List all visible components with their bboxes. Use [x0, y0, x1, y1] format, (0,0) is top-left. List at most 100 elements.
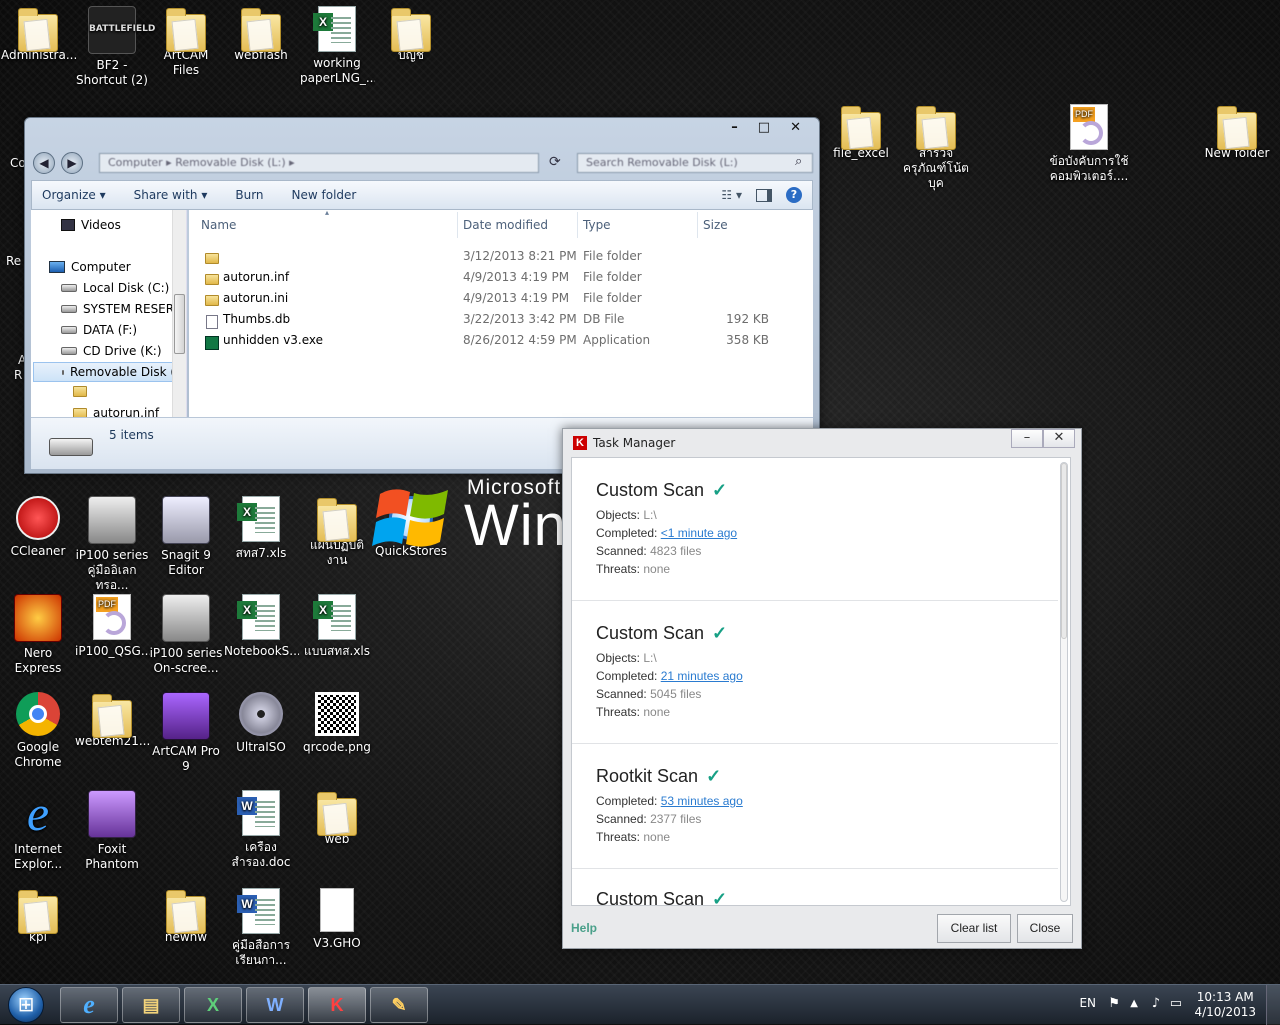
taskbar-excel[interactable]: X: [184, 987, 242, 1023]
tray-network-flag-icon[interactable]: ⚑: [1108, 996, 1120, 1011]
scrollbar-thumb[interactable]: [1061, 463, 1067, 639]
desktop-icon-working-paper[interactable]: X working paperLNG_...: [299, 6, 375, 86]
close-button[interactable]: ✕: [790, 120, 801, 135]
desktop-icon-webtem21[interactable]: webtem21...: [74, 692, 150, 749]
desktop-icon-form-xls[interactable]: X แบบสทส.xls: [299, 594, 375, 659]
desktop-icon-ultraiso[interactable]: UltraISO: [223, 692, 299, 755]
tree-item-local-disk-c[interactable]: Local Disk (C:): [61, 281, 169, 295]
tree-item-removable-disk[interactable]: Removable Disk (: [33, 362, 175, 382]
help-icon[interactable]: ?: [786, 187, 802, 203]
tree-item-autorun-inf[interactable]: autorun.inf: [73, 406, 159, 417]
new-folder-button[interactable]: New folder: [292, 188, 357, 202]
desktop-icon-work-plan[interactable]: แผนปฏิบัติงาน: [299, 496, 375, 568]
file-row[interactable]: autorun.inf 4/9/2013 4:19 PM File folder: [189, 267, 789, 288]
desktop-icon-webflash[interactable]: webflash: [223, 6, 299, 63]
tree-item-videos[interactable]: Videos: [61, 218, 121, 232]
desktop-icon-artcam-files[interactable]: ArtCAM Files: [148, 6, 224, 78]
language-indicator[interactable]: EN: [1079, 996, 1096, 1010]
file-row[interactable]: unhidden v3.exe 8/26/2012 4:59 PM Applic…: [189, 330, 789, 351]
clock[interactable]: 10:13 AM 4/10/2013: [1194, 990, 1256, 1020]
column-header-size[interactable]: Size: [703, 218, 728, 232]
tree-item-data-f[interactable]: DATA (F:): [61, 323, 137, 337]
desktop-icon-ip100-manual[interactable]: iP100 series คู่มืออิเลกทรอ...: [74, 496, 150, 593]
minimize-button[interactable]: –: [731, 120, 738, 135]
scan-entry[interactable]: Custom Scan ✓ Objects: L:\ Completed: <1 …: [572, 458, 1058, 601]
back-button[interactable]: ◀: [33, 152, 55, 174]
minimize-button[interactable]: –: [1011, 429, 1043, 448]
preview-pane-icon[interactable]: [756, 188, 772, 202]
desktop-icon-backup-doc[interactable]: W เครือง สำรอง.doc: [223, 790, 299, 870]
desktop-icon-ip100-onscreen[interactable]: iP100 series On-scree...: [148, 594, 224, 676]
forward-button[interactable]: ▶: [61, 152, 83, 174]
column-header-type[interactable]: Type: [583, 218, 611, 232]
completed-time-link[interactable]: 21 minutes ago: [661, 669, 743, 683]
search-input[interactable]: Search Removable Disk (L:): [577, 153, 813, 173]
share-with-button[interactable]: Share with ▾: [134, 188, 208, 202]
volume-icon[interactable]: ♪: [1152, 996, 1160, 1011]
file-row[interactable]: autorun.ini 4/9/2013 4:19 PM File folder: [189, 288, 789, 309]
desktop-icon-computer-rules[interactable]: PDF ข้อบังคับการใช้คอมพิวเตอร์....: [1044, 104, 1134, 184]
desktop-icon-nero-express[interactable]: Nero Express: [0, 594, 76, 676]
desktop-icon-new-folder[interactable]: New folder: [1199, 104, 1275, 161]
column-header-date[interactable]: Date modified: [463, 218, 548, 232]
desktop-icon-v3-gho[interactable]: V3.GHO: [299, 888, 375, 951]
taskbar-explorer[interactable]: ▤: [122, 987, 180, 1023]
desktop-icon-banchi[interactable]: บัญชี: [373, 6, 449, 63]
start-button[interactable]: [2, 985, 52, 1025]
maximize-button[interactable]: □: [758, 120, 770, 135]
desktop-icon-file-excel[interactable]: file_excel: [823, 104, 899, 161]
task-manager-window[interactable]: K Task Manager – ✕ Custom Scan ✓ Objects:…: [562, 428, 1082, 949]
scan-entry[interactable]: Custom Scan ✓: [572, 869, 1058, 905]
taskbar-kaspersky[interactable]: K: [308, 987, 366, 1023]
show-hidden-icons-icon[interactable]: ▲: [1130, 998, 1138, 1009]
desktop-icon-bf2-shortcut[interactable]: BATTLEFIELD BF2 - Shortcut (2): [74, 6, 155, 88]
address-bar[interactable]: Computer ▸ Removable Disk (L:) ▸: [99, 153, 539, 173]
column-header-name[interactable]: Name: [201, 218, 236, 232]
burn-button[interactable]: Burn: [235, 188, 263, 202]
tree-item-cd-drive-k[interactable]: CD Drive (K:): [61, 344, 162, 358]
desktop-icon-notebooks[interactable]: X NotebookS...: [223, 594, 299, 659]
desktop-icon-snagit[interactable]: Snagit 9 Editor: [148, 496, 224, 578]
scrollbar-thumb[interactable]: [174, 294, 185, 354]
list-scrollbar[interactable]: [1060, 462, 1068, 902]
taskbar-internet-explorer[interactable]: e: [60, 987, 118, 1023]
desktop-icon-learning-manual[interactable]: W คู่มือสื่อการเรียนกา...: [223, 888, 299, 968]
view-options-icon[interactable]: ☷ ▾: [721, 188, 742, 202]
desktop-icon-google-chrome[interactable]: Google Chrome: [0, 692, 76, 770]
usb-drive-icon: [62, 369, 64, 375]
desktop-icon-administrator[interactable]: Administra...: [0, 6, 76, 63]
search-icon[interactable]: ⌕: [795, 154, 802, 169]
desktop-icon-ip100-qsg[interactable]: PDF iP100_QSG...: [74, 594, 150, 659]
desktop-icon-web[interactable]: web: [299, 790, 375, 847]
file-row[interactable]: 3/12/2013 8:21 PM File folder: [189, 246, 789, 267]
taskbar-paint[interactable]: ✎: [370, 987, 428, 1023]
desktop-icon-qrcode[interactable]: qrcode.png: [299, 692, 375, 755]
desktop-icon-artcam-pro[interactable]: ArtCAM Pro 9: [148, 692, 224, 774]
show-desktop-button[interactable]: [1266, 985, 1280, 1025]
clear-list-button[interactable]: Clear list: [937, 914, 1011, 943]
desktop-icon-notebook-survey[interactable]: สำรวจครุภัณฑ์โน้ตบุค: [898, 104, 974, 191]
tree-item-unnamed-folder[interactable]: [73, 386, 93, 397]
tree-item-system-reserved[interactable]: SYSTEM RESERVE: [61, 302, 186, 316]
refresh-icon[interactable]: ⟳: [549, 154, 561, 170]
completed-time-link[interactable]: <1 minute ago: [661, 526, 737, 540]
desktop-icon-internet-explorer[interactable]: e Internet Explor...: [0, 788, 76, 872]
desktop-icon-kpi[interactable]: kpi: [0, 888, 76, 945]
scan-entry[interactable]: Rootkit Scan ✓ Completed: 53 minutes ago …: [572, 744, 1058, 869]
scan-entry[interactable]: Custom Scan ✓ Objects: L:\ Completed: 21 …: [572, 601, 1058, 744]
desktop-icon-ccleaner[interactable]: CCleaner: [0, 496, 76, 559]
explorer-window[interactable]: – □ ✕ ◀ ▶ Computer ▸ Removable Disk (L:)…: [24, 117, 820, 474]
close-dialog-button[interactable]: Close: [1017, 914, 1073, 943]
tree-item-computer[interactable]: Computer: [49, 260, 131, 274]
completed-time-link[interactable]: 53 minutes ago: [661, 794, 743, 808]
navigation-scrollbar[interactable]: [172, 210, 186, 417]
desktop-icon-foxit-phantom[interactable]: Foxit Phantom: [74, 790, 150, 872]
file-row[interactable]: Thumbs.db 3/22/2013 3:42 PM DB File 192 …: [189, 309, 789, 330]
network-icon[interactable]: ▭: [1170, 996, 1182, 1011]
close-button[interactable]: ✕: [1043, 429, 1075, 448]
taskbar-word[interactable]: W: [246, 987, 304, 1023]
help-link[interactable]: Help: [571, 921, 597, 935]
organize-button[interactable]: Organize ▾: [42, 188, 106, 202]
desktop-icon-sts7-xls[interactable]: X สทส7.xls: [223, 496, 299, 561]
desktop-icon-newhw[interactable]: newhw: [148, 888, 224, 945]
